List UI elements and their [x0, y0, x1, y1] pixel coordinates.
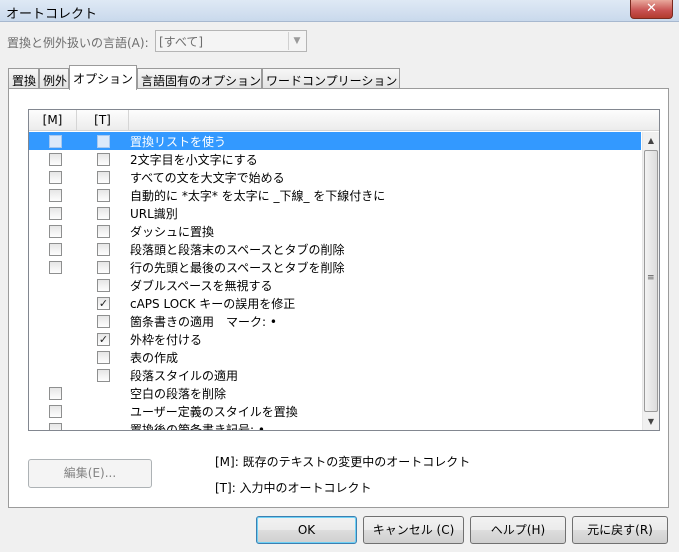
tab-replace[interactable]: 置換 [8, 68, 39, 89]
list-item[interactable]: 2文字目を小文字にする [29, 150, 641, 168]
checkbox-t[interactable]: ✓ [97, 297, 110, 310]
options-list[interactable]: [M] [T] 置換リストを使う 2文字目を小文字にするすべての文を大文字で始める… [28, 109, 660, 431]
checkbox-t[interactable] [97, 243, 110, 256]
checkbox-m[interactable] [49, 423, 62, 430]
checkbox-m[interactable] [49, 405, 62, 418]
tab-label: オプション [73, 72, 134, 86]
option-label: ユーザー定義のスタイルを置換 [130, 405, 298, 419]
legend-m: [M]: 既存のテキストの変更中のオートコレクト [215, 455, 471, 469]
option-rows: 置換リストを使う 2文字目を小文字にするすべての文を大文字で始める自動的に *太字… [29, 132, 641, 431]
tab-exceptions[interactable]: 例外 [39, 68, 69, 89]
option-label: 箇条書きの適用 マーク: • [130, 315, 277, 329]
list-item[interactable]: URL識別 [29, 204, 641, 222]
scroll-down-arrow-icon[interactable]: ▼ [643, 413, 659, 430]
checkbox-t[interactable] [97, 369, 110, 382]
checkbox-m[interactable] [49, 225, 62, 238]
tab-localized-options[interactable]: 言語固有のオプション [137, 68, 262, 89]
list-item[interactable]: ダッシュに置換 [29, 222, 641, 240]
title-bar: オートコレクト ✕ [0, 0, 679, 22]
list-item[interactable]: すべての文を大文字で始める [29, 168, 641, 186]
scroll-up-arrow-icon[interactable]: ▲ [643, 132, 659, 149]
column-header-t[interactable]: [T] [77, 110, 129, 131]
list-item[interactable]: 箇条書きの適用 マーク: • [29, 312, 641, 330]
option-label: 置換後の箇条書き記号: • [130, 423, 265, 431]
list-item[interactable]: ダブルスペースを無視する [29, 276, 641, 294]
option-label: 置換リストを使う [130, 135, 227, 149]
checkbox-m[interactable] [49, 135, 62, 148]
checkbox-t[interactable] [97, 171, 110, 184]
scroll-grip-icon: ≡ [647, 273, 655, 283]
checkmark-icon: ✓ [98, 333, 109, 346]
checkbox-t[interactable] [97, 351, 110, 364]
option-label: 段落頭と段落末のスペースとタブの削除 [130, 243, 345, 257]
option-label: すべての文を大文字で始める [130, 171, 285, 185]
language-value: [すべて] [159, 35, 204, 49]
checkbox-m[interactable] [49, 153, 62, 166]
legend-t: [T]: 入力中のオートコレクト [215, 481, 372, 495]
option-label: 2文字目を小文字にする [130, 153, 258, 167]
checkbox-t[interactable] [97, 225, 110, 238]
list-item[interactable]: 行の先頭と最後のスペースとタブを削除 [29, 258, 641, 276]
checkbox-t[interactable] [97, 279, 110, 292]
tab-label: 例外 [43, 74, 68, 88]
help-button[interactable]: ヘルプ(H) [470, 516, 566, 544]
list-item[interactable]: ✓ cAPS LOCK キーの誤用を修正 [29, 294, 641, 312]
option-label: URL識別 [130, 207, 178, 221]
option-label: ダブルスペースを無視する [130, 279, 273, 293]
window-title: オートコレクト [6, 7, 98, 22]
list-item[interactable]: 自動的に *太字* を太字に _下線_ を下線付きに [29, 186, 641, 204]
checkbox-t[interactable] [97, 315, 110, 328]
list-item[interactable]: 段落スタイルの適用 [29, 366, 641, 384]
option-label: 自動的に *太字* を太字に _下線_ を下線付きに [130, 189, 386, 203]
list-item[interactable]: 置換リストを使う [29, 132, 641, 150]
close-button[interactable]: ✕ [630, 0, 673, 19]
tab-word-completion[interactable]: ワードコンプリーション [262, 68, 400, 89]
checkbox-m[interactable] [49, 189, 62, 202]
option-label: 行の先頭と最後のスペースとタブを削除 [130, 261, 345, 275]
language-label: 置換と例外扱いの言語(A): [7, 36, 149, 50]
checkbox-m[interactable] [49, 243, 62, 256]
checkbox-t[interactable] [97, 189, 110, 202]
checkbox-t[interactable] [97, 135, 110, 148]
scroll-thumb[interactable]: ≡ [644, 150, 658, 412]
option-label: 段落スタイルの適用 [130, 369, 239, 383]
option-label: cAPS LOCK キーの誤用を修正 [130, 297, 296, 311]
chevron-down-icon[interactable]: ▼ [288, 32, 305, 50]
option-label: 外枠を付ける [130, 333, 203, 347]
tab-label: ワードコンプリーション [266, 74, 398, 88]
column-header-m[interactable]: [M] [29, 110, 77, 131]
option-label: ダッシュに置換 [130, 225, 215, 239]
column-header-label[interactable] [129, 110, 659, 131]
checkbox-t[interactable]: ✓ [97, 333, 110, 346]
cancel-button[interactable]: キャンセル (C) [363, 516, 464, 544]
list-header: [M] [T] [29, 110, 659, 131]
tab-label: 置換 [12, 74, 37, 88]
list-item[interactable]: 空白の段落を削除 [29, 384, 641, 402]
checkbox-t[interactable] [97, 153, 110, 166]
edit-button[interactable]: 編集(E)... [28, 459, 152, 488]
tab-options[interactable]: オプション [69, 65, 137, 90]
checkbox-m[interactable] [49, 207, 62, 220]
list-item[interactable]: 置換後の箇条書き記号: • [29, 420, 641, 431]
list-item[interactable]: ✓ 外枠を付ける [29, 330, 641, 348]
language-select[interactable]: [すべて] ▼ [155, 30, 307, 52]
checkmark-icon: ✓ [98, 297, 109, 310]
reset-button[interactable]: 元に戻す(R) [572, 516, 668, 544]
list-item[interactable]: 段落頭と段落末のスペースとタブの削除 [29, 240, 641, 258]
vertical-scrollbar[interactable]: ▲ ≡ ▼ [642, 132, 659, 430]
option-label: 空白の段落を削除 [130, 387, 227, 401]
checkbox-t[interactable] [97, 261, 110, 274]
list-item[interactable]: 表の作成 [29, 348, 641, 366]
options-panel: [M] [T] 置換リストを使う 2文字目を小文字にするすべての文を大文字で始める… [8, 88, 669, 508]
checkbox-t[interactable] [97, 207, 110, 220]
tab-label: 言語固有のオプション [141, 74, 262, 88]
list-item[interactable]: ユーザー定義のスタイルを置換 [29, 402, 641, 420]
ok-button[interactable]: OK [256, 516, 357, 544]
checkbox-m[interactable] [49, 387, 62, 400]
option-label: 表の作成 [130, 351, 179, 365]
checkbox-m[interactable] [49, 261, 62, 274]
checkbox-m[interactable] [49, 171, 62, 184]
